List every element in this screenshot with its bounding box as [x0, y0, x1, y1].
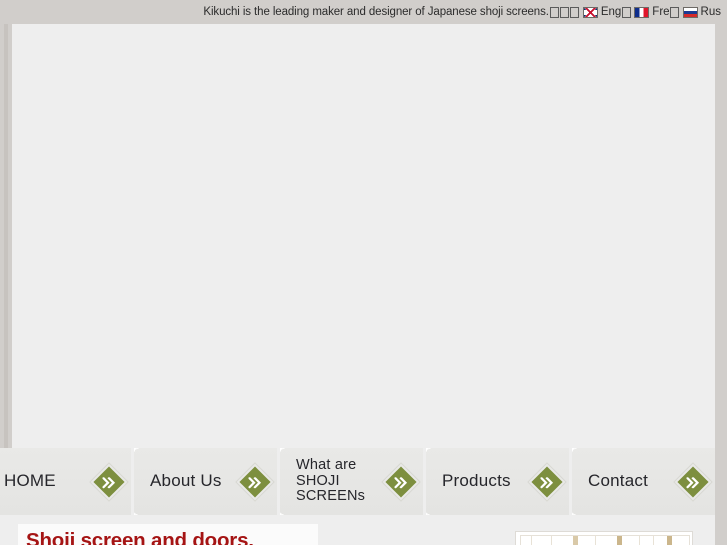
- language-link-japanese[interactable]: [550, 6, 580, 18]
- russia-flag-icon: [682, 6, 698, 18]
- nav-item-about-us[interactable]: About Us: [134, 448, 277, 515]
- nav-label-contact: Contact: [588, 471, 648, 491]
- language-link-french[interactable]: Fre: [631, 6, 680, 18]
- hero-banner-area: [12, 24, 715, 443]
- page-title-line1: Shoji screen and doors,: [26, 529, 254, 545]
- cjk-glyph-box: [670, 6, 680, 18]
- france-flag-icon: [634, 6, 650, 18]
- cjk-glyph-box: [550, 6, 560, 18]
- language-link-english[interactable]: Eng: [580, 6, 631, 18]
- uk-flag-icon: [582, 6, 598, 18]
- main-navigation: HOME About Us What are SHOJI SCREENs Pro…: [0, 448, 715, 515]
- nav-label-products: Products: [442, 471, 511, 491]
- lower-content-inner: Shoji screen and doors, the spirtual hom…: [0, 515, 703, 545]
- nav-item-products[interactable]: Products: [426, 448, 569, 515]
- language-label-russian: Rus: [700, 6, 721, 18]
- double-chevron-right-icon: [677, 465, 709, 498]
- language-bar: Kikuchi is the leading maker and designe…: [0, 0, 727, 24]
- nav-item-what-are-shoji-screens[interactable]: What are SHOJI SCREENs: [280, 448, 423, 515]
- double-chevron-right-icon: [531, 465, 563, 498]
- nav-label-home: HOME: [4, 471, 56, 491]
- shoji-screen-image: [520, 535, 690, 545]
- shoji-screen-thumbnail[interactable]: Shoji Screen Design: [515, 531, 693, 545]
- cjk-glyph-box: [570, 6, 580, 18]
- cjk-glyph-box: [621, 6, 631, 18]
- tagline-text: Kikuchi is the leading maker and designe…: [203, 6, 549, 18]
- language-label-french: Fre: [652, 6, 670, 18]
- nav-item-contact[interactable]: Contact: [572, 448, 715, 515]
- nav-label-what-are-shoji-screens: What are SHOJI SCREENs: [296, 457, 390, 505]
- nav-label-line2: SHOJI SCREENs: [296, 472, 366, 505]
- cjk-glyph-box: [560, 6, 570, 18]
- page-title: Shoji screen and doors, the spirtual hom…: [26, 528, 310, 545]
- nav-label-line1: What are: [296, 457, 357, 474]
- page-frame: HOME About Us What are SHOJI SCREENs Pro…: [0, 24, 727, 545]
- lower-content-area: Shoji screen and doors, the spirtual hom…: [0, 515, 715, 545]
- double-chevron-right-icon: [239, 465, 271, 498]
- nav-item-home[interactable]: HOME: [0, 448, 131, 515]
- right-frame-edge: [715, 24, 727, 545]
- language-link-russian[interactable]: Rus: [680, 6, 721, 18]
- double-chevron-right-icon: [385, 465, 417, 498]
- page-title-block: Shoji screen and doors, the spirtual hom…: [18, 524, 318, 545]
- language-label-english: Eng: [600, 6, 622, 18]
- double-chevron-right-icon: [93, 465, 125, 498]
- nav-label-about-us: About Us: [150, 471, 222, 491]
